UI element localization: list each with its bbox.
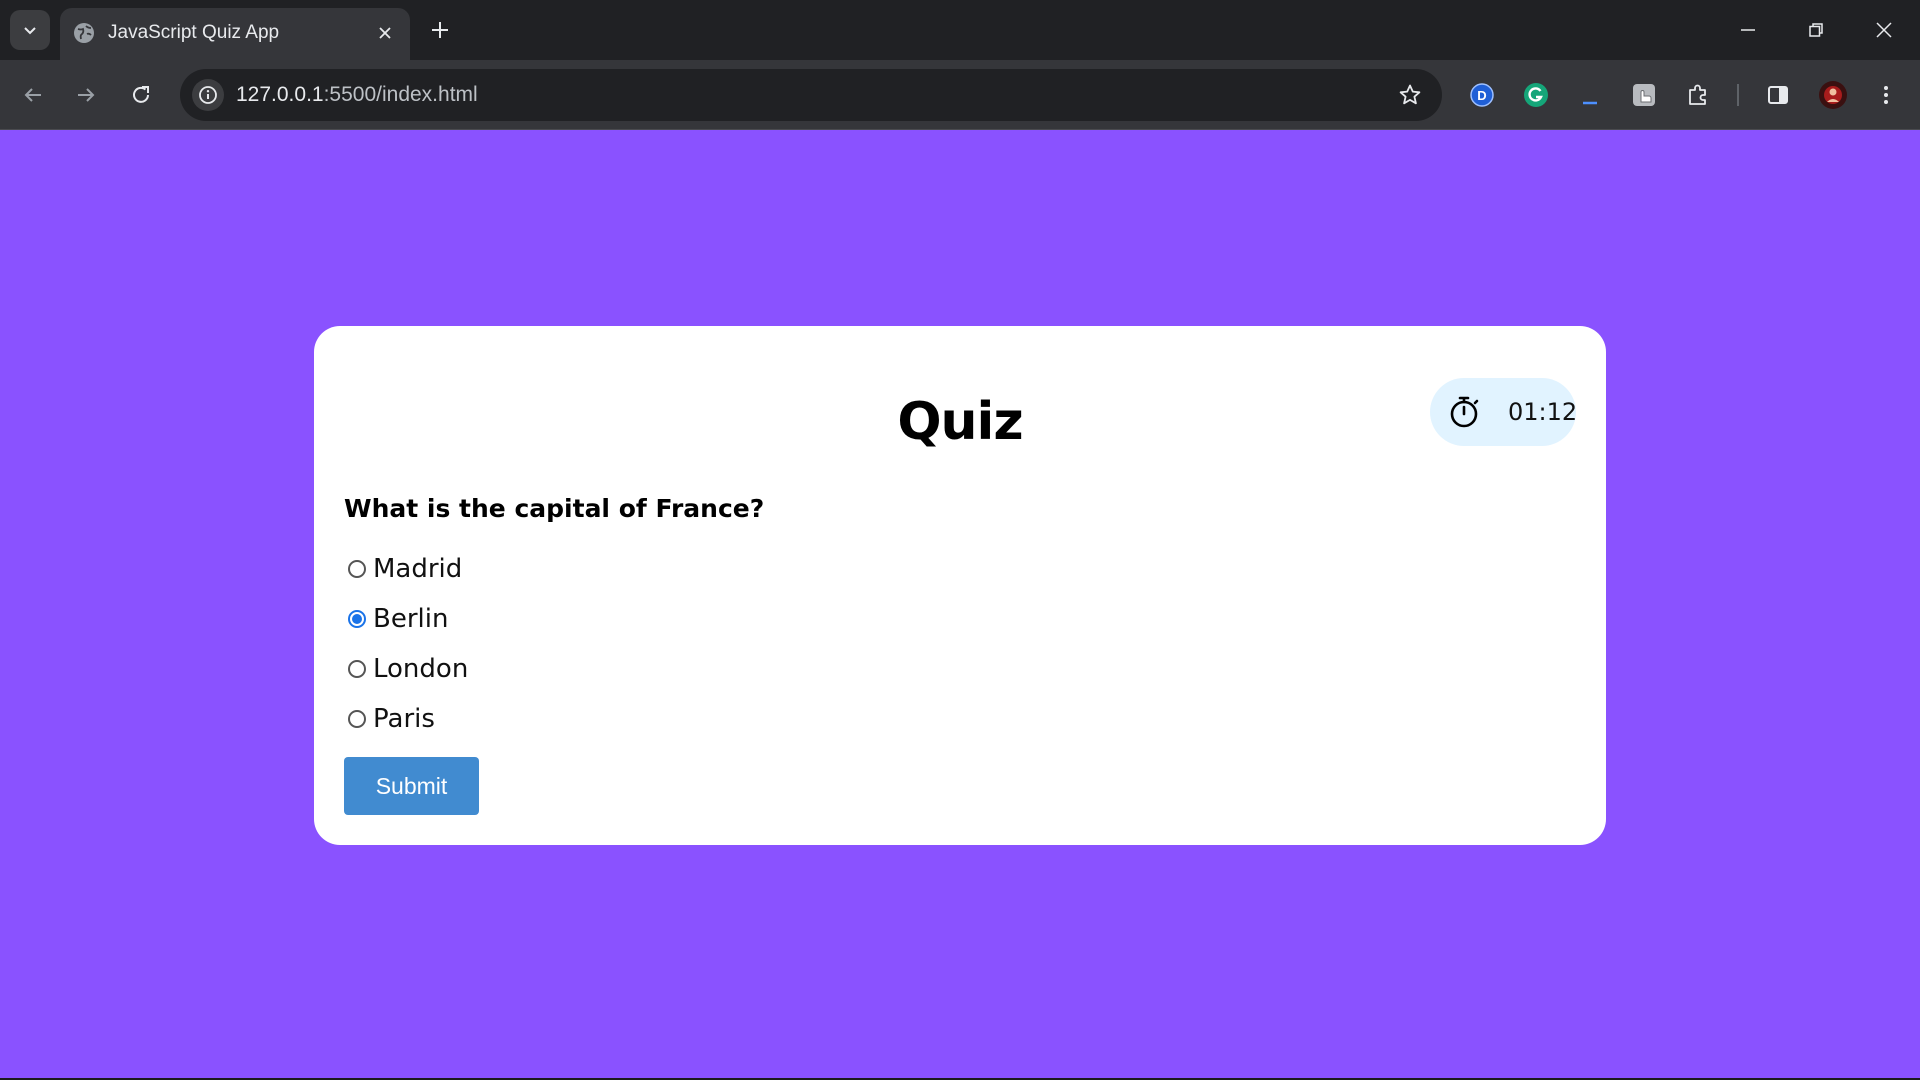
- tab-strip: JavaScript Quiz App: [0, 0, 1920, 60]
- quiz-title: Quiz: [897, 392, 1023, 452]
- star-icon: [1399, 84, 1421, 105]
- puzzle-icon: [1689, 84, 1706, 105]
- extension-capture[interactable]: [1626, 77, 1662, 113]
- answer-options: Madrid Berlin London Paris: [348, 544, 468, 744]
- minimize-button[interactable]: [1724, 10, 1772, 50]
- question-text: What is the capital of France?: [344, 494, 765, 523]
- more-vertical-icon: [1884, 86, 1888, 104]
- url-host: 127.0.0.1: [236, 83, 324, 106]
- side-panel-icon: [1768, 86, 1788, 104]
- tab-active[interactable]: JavaScript Quiz App: [60, 8, 410, 60]
- avatar-icon: [1819, 81, 1847, 109]
- close-icon: [1876, 22, 1892, 38]
- option-london[interactable]: London: [348, 644, 468, 694]
- url-text[interactable]: 127.0.0.1:5500/index.html: [236, 83, 478, 107]
- plus-icon: [432, 22, 448, 38]
- forward-button[interactable]: [66, 75, 106, 115]
- info-icon: [199, 86, 217, 104]
- close-icon: [379, 27, 391, 39]
- arrow-right-icon: [78, 88, 95, 102]
- option-madrid[interactable]: Madrid: [348, 544, 468, 594]
- tab-search-button[interactable]: [10, 10, 50, 50]
- radio-berlin[interactable]: [348, 610, 366, 628]
- restore-icon: [1809, 23, 1823, 37]
- radio-london[interactable]: [348, 660, 366, 678]
- restore-button[interactable]: [1792, 10, 1840, 50]
- submit-button[interactable]: Submit: [344, 757, 479, 815]
- tab-close-button[interactable]: [372, 20, 398, 46]
- option-paris[interactable]: Paris: [348, 694, 468, 744]
- page-viewport: Quiz 01:12 What is the capital of France…: [0, 131, 1920, 1078]
- arrow-left-icon: [24, 88, 41, 102]
- site-info-button[interactable]: [192, 79, 224, 111]
- timer: 01:12: [1430, 378, 1578, 446]
- profile-button[interactable]: [1815, 77, 1851, 113]
- radio-madrid[interactable]: [348, 560, 366, 578]
- radio-paris[interactable]: [348, 710, 366, 728]
- grammarly-icon: [1524, 83, 1548, 107]
- bookmark-button[interactable]: [1396, 81, 1424, 109]
- dashlane-icon: D: [1470, 83, 1494, 107]
- address-bar[interactable]: 127.0.0.1:5500/index.html: [180, 69, 1442, 121]
- close-window-button[interactable]: [1860, 10, 1908, 50]
- option-berlin[interactable]: Berlin: [348, 594, 468, 644]
- reload-icon: [133, 86, 149, 103]
- chevron-down-icon: [24, 27, 36, 35]
- url-path: :5500/index.html: [323, 83, 478, 106]
- option-label: Madrid: [373, 554, 463, 584]
- extension-dashlane[interactable]: D: [1464, 77, 1500, 113]
- option-label: Berlin: [373, 604, 449, 634]
- extension-download[interactable]: [1572, 77, 1608, 113]
- new-tab-button[interactable]: [424, 14, 456, 46]
- option-label: Paris: [373, 704, 435, 734]
- tab-title: JavaScript Quiz App: [108, 22, 280, 43]
- browser-menu-button[interactable]: [1868, 77, 1904, 113]
- back-button[interactable]: [13, 75, 53, 115]
- quiz-card: Quiz 01:12 What is the capital of France…: [314, 326, 1606, 845]
- svg-text:D: D: [1477, 88, 1486, 103]
- extensions-menu-button[interactable]: [1680, 77, 1716, 113]
- stopwatch-icon: [1450, 396, 1479, 428]
- screen-capture-icon: [1633, 84, 1655, 106]
- browser-toolbar: 127.0.0.1:5500/index.html D: [0, 60, 1920, 130]
- minimize-icon: [1741, 29, 1755, 31]
- reload-button[interactable]: [121, 75, 161, 115]
- timer-value: 01:12: [1508, 398, 1578, 426]
- extension-grammarly[interactable]: [1518, 77, 1554, 113]
- globe-icon: [74, 23, 94, 43]
- option-label: London: [373, 654, 469, 684]
- download-progress-icon: [1583, 101, 1597, 105]
- toolbar-separator: [1737, 84, 1739, 106]
- side-panel-button[interactable]: [1760, 77, 1796, 113]
